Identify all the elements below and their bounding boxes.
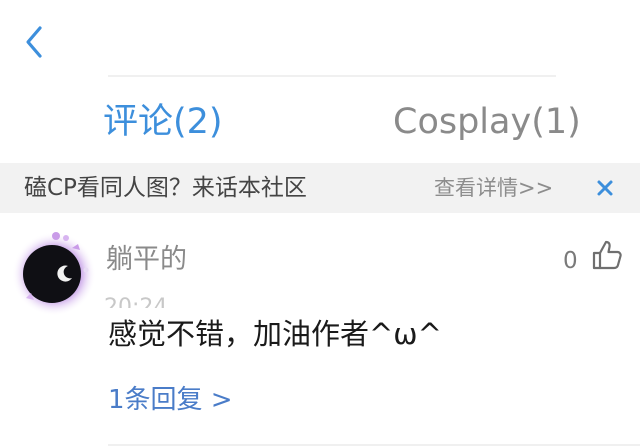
chevron-left-icon bbox=[26, 26, 42, 58]
divider bbox=[108, 75, 556, 77]
timestamp-container: 20:24 bbox=[104, 292, 224, 308]
close-icon bbox=[597, 180, 613, 196]
banner-close-button[interactable] bbox=[594, 176, 616, 200]
comment-username[interactable]: 躺平的 bbox=[106, 242, 187, 278]
tab-bar: 评论(2) Cosplay(1) bbox=[0, 80, 640, 162]
top-bar bbox=[0, 0, 640, 77]
avatar[interactable] bbox=[10, 224, 102, 316]
view-replies-link[interactable]: 1条回复 > bbox=[108, 382, 233, 418]
comment-item: 躺平的 0 20:24 感觉不错，加油作者^ω^ 1条回复 > bbox=[0, 214, 640, 446]
like-button[interactable] bbox=[590, 238, 626, 272]
back-button[interactable] bbox=[18, 22, 52, 62]
like-count: 0 bbox=[563, 248, 578, 274]
thumbs-up-icon bbox=[592, 240, 622, 270]
comment-timestamp: 20:24 bbox=[104, 295, 168, 308]
banner-text: 磕CP看同人图？来话本社区 bbox=[24, 175, 307, 201]
comment-text: 感觉不错，加油作者^ω^ bbox=[108, 317, 442, 351]
tab-comments[interactable]: 评论(2) bbox=[103, 100, 223, 144]
comments-page: 评论(2) Cosplay(1) 磕CP看同人图？来话本社区 查看详情>> 躺平… bbox=[0, 0, 640, 446]
tab-cosplay[interactable]: Cosplay(1) bbox=[393, 100, 581, 144]
promo-banner: 磕CP看同人图？来话本社区 查看详情>> bbox=[0, 163, 640, 213]
banner-details-link[interactable]: 查看详情>> bbox=[434, 173, 553, 203]
